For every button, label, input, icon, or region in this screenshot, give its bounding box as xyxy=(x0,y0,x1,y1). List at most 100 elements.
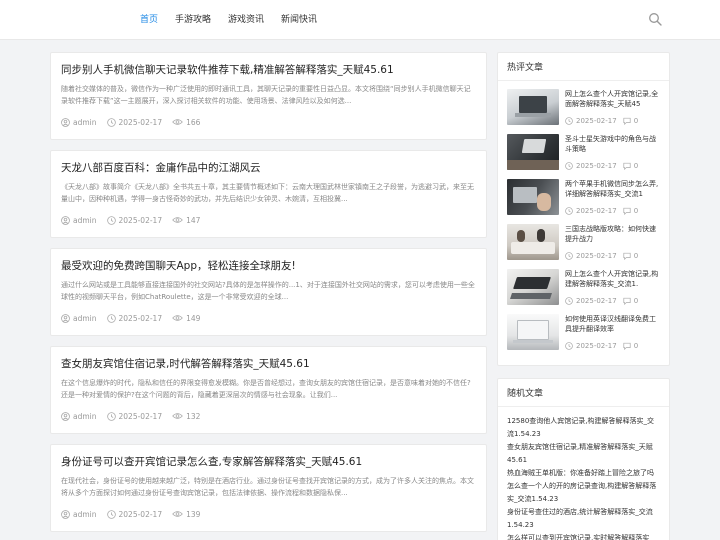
post-list: 同步别人手机微信聊天记录软件推荐下载,精准解答解释落实_天赋45.61 随着社交… xyxy=(50,52,487,540)
post-views: 166 xyxy=(172,118,200,127)
nav-mobile-game-guides[interactable]: 手游攻略 xyxy=(175,0,211,40)
nav-game-news[interactable]: 游戏资讯 xyxy=(228,0,264,40)
comment-count: 0 xyxy=(633,162,639,170)
post-card: 身份证号可以查开宾馆记录怎么查,专家解答解释落实_天赋45.61 在现代社会，身… xyxy=(50,444,487,532)
thumbnail[interactable] xyxy=(507,89,559,125)
nav-news-flash[interactable]: 新闻快讯 xyxy=(281,0,317,40)
comment-icon xyxy=(623,342,631,350)
comment-icon xyxy=(623,207,631,215)
widget-header: 热评文章 xyxy=(498,53,669,81)
widget-title: 随机文章 xyxy=(507,389,544,399)
item-date: 2025-02-17 xyxy=(565,297,617,305)
hot-item-title[interactable]: 两个苹果手机微信同步怎么弄,详细解答解释落实_交流1 xyxy=(565,179,660,199)
list-item[interactable]: 网上怎么查个人开宾馆记录,构建解答解释落实_交流1. 2025-02-17 0 xyxy=(507,269,660,305)
post-title[interactable]: 同步别人手机微信聊天记录软件推荐下载,精准解答解释落实_天赋45.61 xyxy=(61,63,476,77)
thumbnail[interactable] xyxy=(507,269,559,305)
item-date: 2025-02-17 xyxy=(565,252,617,260)
author-name: admin xyxy=(73,313,97,323)
sidebar: 热评文章 网上怎么查个人开宾馆记录,全面解答解释落实_天赋45 2025-02-… xyxy=(497,52,670,540)
post-excerpt: 《天龙八部》故事简介《天龙八部》全书共五十章，其主要情节概述如下：云南大理国武林… xyxy=(61,183,474,203)
random-post-link[interactable]: 怎么样可以查到开宾馆记录,实时解答解释落实_ xyxy=(507,532,660,540)
post-card: 最受欢迎的免费跨国聊天App，轻松连接全球朋友! 通过什么网站或是工具能够直接连… xyxy=(50,248,487,336)
comment-count: 0 xyxy=(633,207,639,215)
hot-item-info: 如何使用英译汉线翻译免费工具提升翻译效率 2025-02-17 0 xyxy=(565,314,660,350)
author-name: admin xyxy=(73,215,97,225)
clock-icon xyxy=(106,117,116,127)
hot-item-info: 网上怎么查个人开宾馆记录,全面解答解释落实_天赋45 2025-02-17 0 xyxy=(565,89,660,125)
list-item[interactable]: 网上怎么查个人开宾馆记录,全面解答解释落实_天赋45 2025-02-17 0 xyxy=(507,89,660,125)
post-title[interactable]: 查女朋友宾馆住宿记录,时代解答解释落实_天赋45.61 xyxy=(61,357,476,371)
thumbnail[interactable] xyxy=(507,134,559,170)
hot-item-title[interactable]: 网上怎么查个人开宾馆记录,全面解答解释落实_天赋45 xyxy=(565,89,660,109)
widget-title: 热评文章 xyxy=(507,63,544,73)
item-comments: 0 xyxy=(623,297,638,305)
post-title[interactable]: 身份证号可以查开宾馆记录怎么查,专家解答解释落实_天赋45.61 xyxy=(61,455,476,469)
post-meta: admin 2025-02-17 147 xyxy=(61,215,476,225)
nav-home[interactable]: 首页 xyxy=(140,0,158,40)
post-title[interactable]: 天龙八部百度百科：金庸作品中的江湖风云 xyxy=(61,161,476,175)
date-text: 2025-02-17 xyxy=(576,342,617,350)
item-comments: 0 xyxy=(623,342,638,350)
random-post-link[interactable]: 身份证号查住过的酒店,统计解答解释落实_交流1.54.23 xyxy=(507,506,660,532)
item-comments: 0 xyxy=(623,162,638,170)
comment-icon xyxy=(623,252,631,260)
hot-item-info: 三国志战略版攻略：如何快速提升战力 2025-02-17 0 xyxy=(565,224,660,260)
eye-icon xyxy=(172,119,183,125)
thumbnail[interactable] xyxy=(507,224,559,260)
clock-icon xyxy=(565,117,573,125)
post-date: 2025-02-17 xyxy=(106,314,162,323)
post-date: 2025-02-17 xyxy=(106,117,162,127)
clock-icon xyxy=(565,252,573,260)
random-post-link[interactable]: 热血海贼王单机版：你准备好踏上冒险之旅了吗 xyxy=(507,467,660,480)
hot-item-title[interactable]: 三国志战略版攻略：如何快速提升战力 xyxy=(565,224,660,244)
views-count: 166 xyxy=(186,117,201,127)
search-icon[interactable] xyxy=(648,12,662,26)
date-text: 2025-02-17 xyxy=(576,117,617,125)
post-author[interactable]: admin xyxy=(61,216,97,225)
hot-item-meta: 2025-02-17 0 xyxy=(565,117,660,125)
eye-icon xyxy=(172,511,183,517)
comment-icon xyxy=(623,117,631,125)
post-views: 139 xyxy=(172,510,200,519)
clock-icon xyxy=(565,342,573,350)
clock-icon xyxy=(565,162,573,170)
post-author[interactable]: admin xyxy=(61,314,97,323)
list-item[interactable]: 两个苹果手机微信同步怎么弄,详细解答解释落实_交流1 2025-02-17 0 xyxy=(507,179,660,215)
random-post-link[interactable]: 12580查询他人宾馆记录,构建解答解释落实_交流1.54.23 xyxy=(507,415,660,441)
clock-icon xyxy=(106,215,116,225)
author-name: admin xyxy=(73,509,97,519)
date-text: 2025-02-17 xyxy=(118,509,163,519)
hot-item-title[interactable]: 如何使用英译汉线翻译免费工具提升翻译效率 xyxy=(565,314,660,334)
post-title[interactable]: 最受欢迎的免费跨国聊天App，轻松连接全球朋友! xyxy=(61,259,476,273)
post-excerpt: 通过什么网站或是工具能够直接连接国外的社交网站?具体的是怎样操作的...1、对于… xyxy=(61,281,475,301)
thumbnail[interactable] xyxy=(507,179,559,215)
user-icon xyxy=(61,215,70,225)
list-item[interactable]: 如何使用英译汉线翻译免费工具提升翻译效率 2025-02-17 0 xyxy=(507,314,660,350)
item-date: 2025-02-17 xyxy=(565,342,617,350)
hot-item-info: 圣斗士星矢游戏中的角色与战斗策略 2025-02-17 0 xyxy=(565,134,660,170)
post-excerpt: 在这个信息爆炸的时代，隐私和信任的界限变得愈发模糊。你是否曾经想过，查询女朋友的… xyxy=(61,379,471,399)
hot-item-meta: 2025-02-17 0 xyxy=(565,342,660,350)
hot-item-title[interactable]: 圣斗士星矢游戏中的角色与战斗策略 xyxy=(565,134,660,154)
date-text: 2025-02-17 xyxy=(576,252,617,260)
hot-item-title[interactable]: 网上怎么查个人开宾馆记录,构建解答解释落实_交流1. xyxy=(565,269,660,289)
post-date: 2025-02-17 xyxy=(106,411,162,421)
post-author[interactable]: admin xyxy=(61,412,97,421)
post-excerpt: 随着社交媒体的普及，微信作为一种广泛使用的即时通讯工具，其聊天记录的重要性日益凸… xyxy=(61,85,471,105)
post-author[interactable]: admin xyxy=(61,118,97,127)
views-count: 139 xyxy=(186,509,201,519)
list-item[interactable]: 圣斗士星矢游戏中的角色与战斗策略 2025-02-17 0 xyxy=(507,134,660,170)
thumbnail[interactable] xyxy=(507,314,559,350)
clock-icon xyxy=(106,411,116,421)
random-post-link[interactable]: 查女朋友宾馆住宿记录,精准解答解释落实_天赋45.61 xyxy=(507,441,660,467)
date-text: 2025-02-17 xyxy=(576,207,617,215)
random-post-link[interactable]: 怎么查一个人的开的房记录查询,构建解答解释落实_交流1.54.23 xyxy=(507,480,660,506)
hot-post-list: 网上怎么查个人开宾馆记录,全面解答解释落实_天赋45 2025-02-17 0 … xyxy=(498,81,669,365)
hot-item-info: 两个苹果手机微信同步怎么弄,详细解答解释落实_交流1 2025-02-17 0 xyxy=(565,179,660,215)
post-author[interactable]: admin xyxy=(61,510,97,519)
item-comments: 0 xyxy=(623,207,638,215)
list-item[interactable]: 三国志战略版攻略：如何快速提升战力 2025-02-17 0 xyxy=(507,224,660,260)
user-icon xyxy=(61,509,70,519)
comment-count: 0 xyxy=(633,342,639,350)
user-icon xyxy=(61,313,70,323)
